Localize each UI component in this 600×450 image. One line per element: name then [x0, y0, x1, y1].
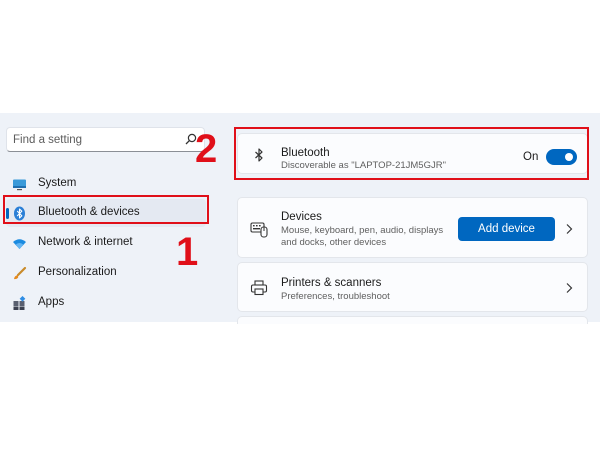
highlight-box-bluetooth-devices [3, 195, 209, 224]
devices-subtitle-line2: and docks, other devices [281, 237, 387, 248]
printers-subtitle: Preferences, troubleshoot [281, 291, 390, 302]
search-box[interactable] [6, 127, 205, 152]
chevron-right-icon [566, 283, 573, 293]
step-number-1: 1 [176, 230, 199, 274]
printers-title: Printers & scanners [281, 277, 382, 289]
sidebar-item-apps[interactable]: Apps [6, 289, 206, 317]
devices-title: Devices [281, 211, 322, 223]
chevron-right-icon [566, 224, 573, 234]
search-input[interactable] [13, 131, 173, 148]
sidebar-item-label: Personalization [38, 266, 117, 278]
system-icon [13, 179, 26, 191]
wifi-icon [13, 239, 26, 249]
add-device-button[interactable]: Add device [458, 217, 555, 241]
step-number-2: 2 [195, 127, 218, 171]
devices-subtitle-line1: Mouse, keyboard, pen, audio, displays [281, 225, 444, 236]
sidebar-item-label: System [38, 177, 77, 189]
devices-icon [250, 222, 268, 238]
apps-icon [13, 296, 26, 310]
brush-icon [14, 266, 27, 280]
sidebar-item-system[interactable]: System [6, 170, 206, 198]
sidebar-item-label: Apps [38, 296, 65, 308]
printer-icon [250, 280, 268, 296]
printers-card[interactable]: Printers & scanners Preferences, trouble… [237, 262, 588, 312]
sidebar-item-label: Network & internet [38, 236, 133, 248]
highlight-box-bluetooth-toggle [234, 127, 589, 180]
next-card-partial [237, 316, 588, 324]
